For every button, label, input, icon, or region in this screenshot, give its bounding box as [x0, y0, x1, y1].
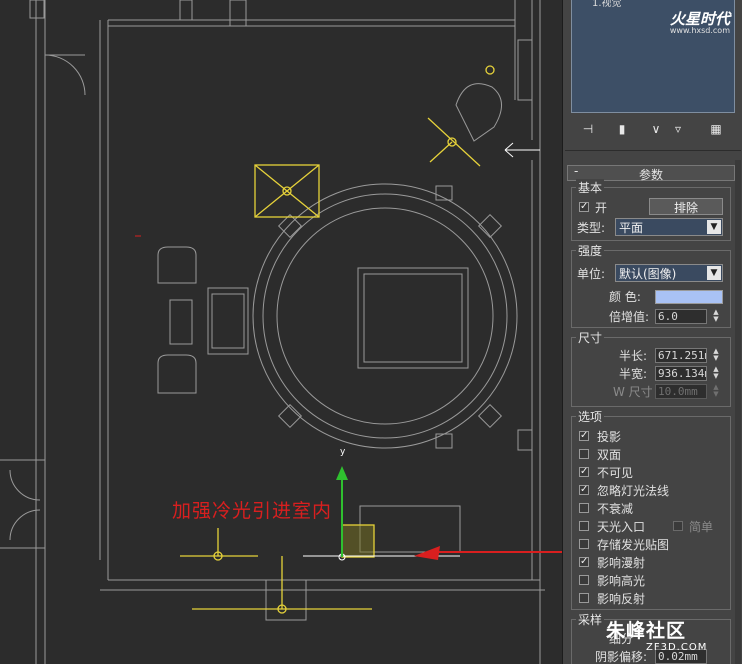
group-sampling-title: 采样	[576, 611, 605, 628]
w-size-label: W 尺寸	[613, 385, 653, 399]
w-size-field: 10.0mm	[655, 384, 707, 399]
option-label: 不衰减	[597, 502, 634, 516]
group-intensity: 强度	[571, 242, 731, 328]
option-checkbox[interactable]: ✓	[579, 485, 589, 495]
units-label: 单位:	[577, 267, 606, 281]
option-label: 天光入口	[597, 520, 646, 534]
option-checkbox[interactable]: ✓	[579, 467, 589, 477]
group-size-title: 尺寸	[576, 329, 605, 346]
units-dropdown[interactable]: 默认(图像) ▼	[615, 264, 723, 282]
type-value: 平面	[619, 221, 644, 235]
command-panel: 1.视觉 火星时代 www.hxsd.com ⊣ ▮ ∨ ▿ ▦ - 参数 基本…	[562, 0, 742, 664]
option-label: 存储发光贴图	[597, 538, 670, 552]
chevron-down-icon: ▼	[707, 266, 721, 280]
half-width-label: 半宽:	[619, 367, 648, 381]
w-size-spinner: ▲ ▼	[713, 383, 719, 398]
option-checkbox[interactable]: ✓	[579, 431, 589, 441]
remove-modifier-icon[interactable]: ▿	[669, 120, 687, 138]
option-label: 不可见	[597, 466, 634, 480]
option-checkbox[interactable]	[579, 539, 589, 549]
group-options-title: 选项	[576, 408, 605, 425]
multiplier-label: 倍增值:	[609, 310, 650, 324]
pin-stack-icon[interactable]: ⊣	[579, 120, 597, 138]
option-checkbox[interactable]	[579, 575, 589, 585]
option-checkbox[interactable]: ✓	[579, 557, 589, 567]
multiplier-spinner[interactable]: ▲ ▼	[711, 309, 721, 324]
on-checkbox[interactable]: ✓	[579, 202, 589, 212]
simple-label: 简单	[689, 520, 714, 534]
type-label: 类型:	[577, 221, 606, 235]
annotation-label: 加强冷光引进室内	[172, 500, 333, 522]
half-length-field[interactable]: 671.251m	[655, 348, 707, 363]
watermark-text: 朱峰社区	[606, 620, 687, 642]
option-label: 忽略灯光法线	[597, 484, 670, 498]
color-swatch[interactable]	[655, 290, 723, 304]
half-width-field[interactable]: 936.134m	[655, 366, 707, 381]
half-length-label: 半长:	[619, 349, 648, 363]
preview-url: www.hxsd.com	[669, 26, 730, 35]
svg-text:y: y	[340, 447, 346, 457]
group-basic-title: 基本	[576, 179, 605, 196]
color-label: 颜 色:	[609, 290, 641, 304]
watermark-sub: ZF3D.COM	[646, 642, 708, 653]
divider	[565, 150, 741, 151]
floor-plan-drawing: y	[0, 0, 562, 664]
option-label: 双面	[597, 448, 622, 462]
group-options: 选项	[571, 408, 731, 610]
option-checkbox[interactable]	[579, 521, 589, 531]
configure-modifier-sets-icon[interactable]: ▦	[707, 120, 725, 138]
material-preview: 1.视觉 火星时代 www.hxsd.com	[571, 0, 735, 113]
half-width-spinner[interactable]: ▲ ▼	[711, 366, 721, 381]
panel-scrollbar[interactable]	[735, 160, 741, 664]
preview-title: 1.视觉	[592, 0, 622, 9]
exclude-button[interactable]: 排除	[649, 198, 723, 215]
half-length-spinner[interactable]: ▲ ▼	[711, 348, 721, 363]
option-label: 投影	[597, 430, 622, 444]
multiplier-field[interactable]: 6.0	[655, 309, 707, 324]
type-dropdown[interactable]: 平面 ▼	[615, 218, 723, 236]
simple-checkbox[interactable]	[673, 521, 683, 531]
option-checkbox[interactable]	[579, 503, 589, 513]
option-label: 影响反射	[597, 592, 646, 606]
option-checkbox[interactable]	[579, 593, 589, 603]
option-checkbox[interactable]	[579, 449, 589, 459]
show-end-result-icon[interactable]: ▮	[613, 120, 631, 138]
viewport-top[interactable]: y 加强冷光引进室内	[0, 0, 562, 664]
option-label: 影响高光	[597, 574, 646, 588]
on-label: 开	[595, 201, 608, 215]
units-value: 默认(图像)	[619, 267, 677, 281]
group-intensity-title: 强度	[576, 242, 605, 259]
chevron-down-icon: ▼	[707, 220, 721, 234]
shadow-bias-label: 阴影偏移:	[595, 650, 648, 664]
make-unique-icon[interactable]: ∨	[647, 120, 665, 138]
modifier-toolbar: ⊣ ▮ ∨ ▿ ▦	[575, 120, 735, 140]
option-label: 影响漫射	[597, 556, 646, 570]
